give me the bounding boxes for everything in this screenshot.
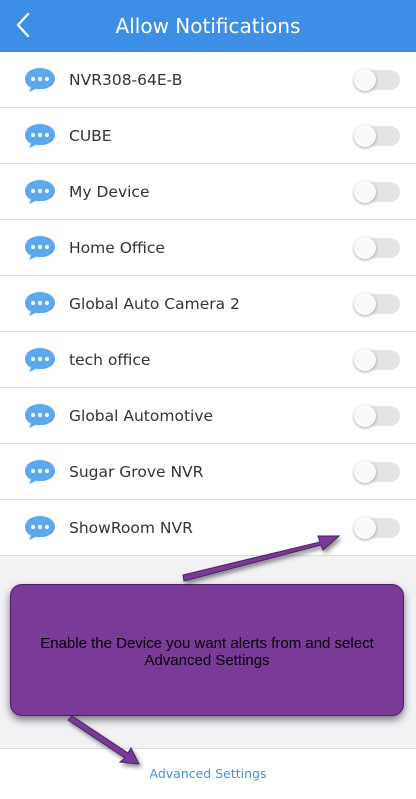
device-row: NVR308-64E-B bbox=[0, 52, 416, 108]
device-name: Global Automotive bbox=[69, 407, 214, 425]
toggle-knob bbox=[354, 293, 376, 315]
toggle-knob bbox=[354, 181, 376, 203]
chat-bubble-icon bbox=[25, 404, 55, 428]
notification-toggle[interactable] bbox=[354, 349, 400, 371]
device-name: Home Office bbox=[69, 239, 165, 257]
device-name: My Device bbox=[69, 183, 150, 201]
device-row: Sugar Grove NVR bbox=[0, 444, 416, 500]
notification-toggle[interactable] bbox=[354, 405, 400, 427]
device-row: Global Auto Camera 2 bbox=[0, 276, 416, 332]
toggle-knob bbox=[354, 237, 376, 259]
device-row: Home Office bbox=[0, 220, 416, 276]
page-title: Allow Notifications bbox=[115, 14, 301, 38]
device-row: CUBE bbox=[0, 108, 416, 164]
toggle-knob bbox=[354, 461, 376, 483]
device-name: CUBE bbox=[69, 127, 112, 145]
toggle-knob bbox=[354, 69, 376, 91]
device-name: NVR308-64E-B bbox=[69, 71, 183, 89]
notification-toggle[interactable] bbox=[354, 517, 400, 539]
notification-toggle[interactable] bbox=[354, 181, 400, 203]
chat-bubble-icon bbox=[25, 516, 55, 540]
chat-bubble-icon bbox=[25, 68, 55, 92]
device-row: ShowRoom NVR bbox=[0, 500, 416, 556]
toggle-knob bbox=[354, 125, 376, 147]
chat-bubble-icon bbox=[25, 124, 55, 148]
footer-bar: Advanced Settings bbox=[0, 748, 416, 799]
notification-toggle[interactable] bbox=[354, 125, 400, 147]
device-name: Global Auto Camera 2 bbox=[69, 295, 240, 313]
notification-toggle[interactable] bbox=[354, 237, 400, 259]
device-name: Sugar Grove NVR bbox=[69, 463, 204, 481]
toggle-knob bbox=[354, 405, 376, 427]
chat-bubble-icon bbox=[25, 236, 55, 260]
device-row: Global Automotive bbox=[0, 388, 416, 444]
device-row: My Device bbox=[0, 164, 416, 220]
chat-bubble-icon bbox=[25, 292, 55, 316]
device-list: NVR308-64E-B CUBE My Device Home Office … bbox=[0, 52, 416, 556]
notification-toggle[interactable] bbox=[354, 293, 400, 315]
instruction-callout: Enable the Device you want alerts from a… bbox=[10, 584, 404, 716]
device-name: tech office bbox=[69, 351, 151, 369]
device-name: ShowRoom NVR bbox=[69, 519, 193, 537]
notification-toggle[interactable] bbox=[354, 461, 400, 483]
app-header: Allow Notifications bbox=[0, 0, 416, 52]
toggle-knob bbox=[354, 349, 376, 371]
advanced-settings-link[interactable]: Advanced Settings bbox=[0, 749, 416, 799]
toggle-knob bbox=[354, 517, 376, 539]
chat-bubble-icon bbox=[25, 460, 55, 484]
chat-bubble-icon bbox=[25, 180, 55, 204]
device-row: tech office bbox=[0, 332, 416, 388]
callout-text: Enable the Device you want alerts from a… bbox=[40, 635, 374, 669]
notification-toggle[interactable] bbox=[354, 69, 400, 91]
chat-bubble-icon bbox=[25, 348, 55, 372]
